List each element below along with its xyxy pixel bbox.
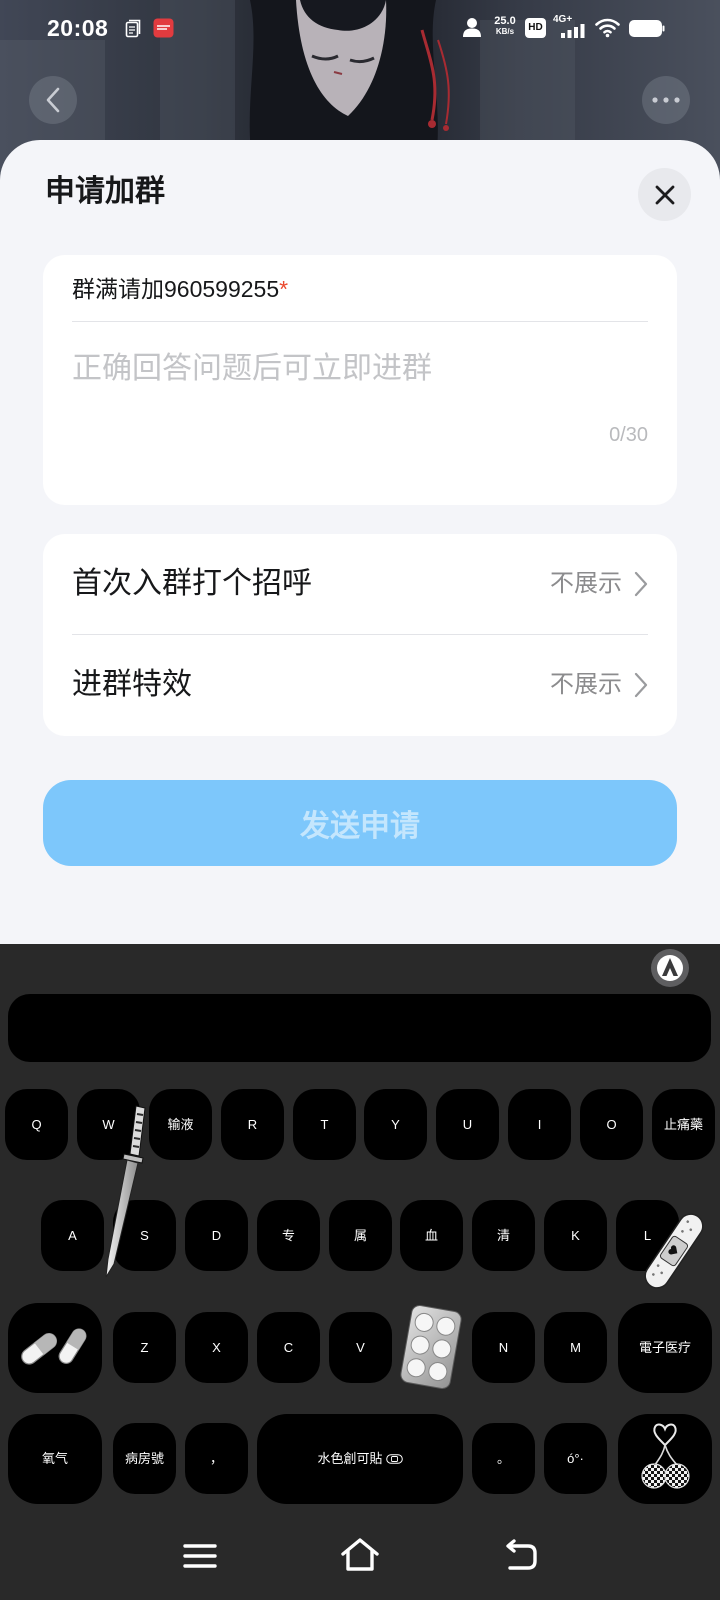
pill-blister-sticker[interactable] bbox=[398, 1303, 463, 1391]
cherry-heart-icon bbox=[641, 1423, 690, 1489]
symbols-key[interactable]: 氧气 bbox=[8, 1414, 102, 1504]
close-button[interactable] bbox=[638, 168, 691, 221]
candidate-bar[interactable] bbox=[8, 994, 711, 1062]
close-icon bbox=[655, 185, 674, 204]
key-m[interactable]: M bbox=[544, 1312, 607, 1383]
setting-value: 不展示 bbox=[550, 671, 622, 698]
key-h[interactable]: 血 bbox=[400, 1200, 463, 1271]
battery-icon bbox=[629, 20, 665, 37]
space-label: 水色創可貼 bbox=[317, 1451, 383, 1466]
knife-sticker bbox=[105, 1105, 146, 1278]
period-key[interactable]: 。 bbox=[472, 1423, 535, 1494]
question-label: 群满请加960599255* bbox=[72, 275, 288, 303]
emoji-key[interactable] bbox=[618, 1414, 712, 1504]
question-card: 群满请加960599255* 0/30 bbox=[43, 255, 677, 505]
key-i[interactable]: I bbox=[508, 1089, 571, 1160]
delete-key[interactable]: 電子医疗 bbox=[618, 1303, 712, 1393]
shift-key[interactable] bbox=[8, 1303, 102, 1393]
screen: 20:08 25.0 KB/s HD 4G+ 申请加群 群满请加96059925… bbox=[0, 0, 720, 1600]
question-text: 群满请加960599255 bbox=[72, 276, 280, 302]
join-group-sheet: 申请加群 群满请加960599255* 0/30 首次入群打个招呼 不展示 进群… bbox=[0, 140, 720, 944]
system-nav-bar bbox=[0, 1520, 720, 1600]
chevron-right-icon bbox=[634, 571, 648, 597]
key-t[interactable]: T bbox=[293, 1089, 356, 1160]
key-d[interactable]: D bbox=[185, 1200, 248, 1271]
key-k[interactable]: K bbox=[544, 1200, 607, 1271]
wifi-icon bbox=[595, 18, 620, 38]
key-v[interactable]: V bbox=[329, 1312, 392, 1383]
keyboard-skin-logo-icon[interactable] bbox=[651, 949, 689, 987]
sheet-title: 申请加群 bbox=[45, 175, 165, 208]
key-c[interactable]: C bbox=[257, 1312, 320, 1383]
more-dots-icon bbox=[652, 97, 680, 103]
bandage-icon bbox=[385, 1454, 403, 1464]
pill-blister-art bbox=[400, 1305, 462, 1389]
chevron-left-icon bbox=[46, 87, 60, 113]
user-icon bbox=[463, 18, 481, 37]
chevron-right-icon bbox=[634, 672, 648, 698]
key-n[interactable]: N bbox=[472, 1312, 535, 1383]
key-p[interactable]: 止痛藥 bbox=[652, 1089, 715, 1160]
network-speed-unit: KB/s bbox=[495, 27, 515, 36]
question-divider bbox=[72, 321, 648, 322]
app-notification-icon bbox=[153, 18, 174, 38]
back-icon[interactable] bbox=[502, 1539, 540, 1573]
setting-row-join-effect[interactable]: 进群特效 不展示 bbox=[43, 635, 677, 735]
space-key[interactable]: 水色創可貼 bbox=[257, 1414, 463, 1504]
key-x[interactable]: X bbox=[185, 1312, 248, 1383]
menu-icon[interactable] bbox=[183, 1543, 217, 1569]
key-r[interactable]: R bbox=[221, 1089, 284, 1160]
home-icon[interactable] bbox=[340, 1537, 380, 1573]
comma-key[interactable]: ， bbox=[185, 1423, 248, 1494]
status-time: 20:08 bbox=[47, 15, 109, 41]
key-e[interactable]: 输液 bbox=[149, 1089, 212, 1160]
required-mark: * bbox=[279, 276, 289, 302]
back-button[interactable] bbox=[29, 76, 77, 124]
numbers-key[interactable]: 病房號 bbox=[113, 1423, 176, 1494]
signal-icon bbox=[561, 24, 585, 38]
settings-card: 首次入群打个招呼 不展示 进群特效 不展示 bbox=[43, 534, 677, 736]
send-request-button[interactable]: 发送申请 bbox=[43, 780, 677, 866]
punctuation-key[interactable]: ó°· bbox=[544, 1423, 607, 1494]
key-j[interactable]: 清 bbox=[472, 1200, 535, 1271]
char-counter: 0/30 bbox=[609, 424, 648, 446]
answer-input[interactable] bbox=[72, 347, 648, 393]
key-g[interactable]: 属 bbox=[329, 1200, 392, 1271]
capsule-pills-icon bbox=[21, 1328, 87, 1365]
key-o[interactable]: O bbox=[580, 1089, 643, 1160]
more-button[interactable] bbox=[642, 76, 690, 124]
status-bar: 20:08 25.0 KB/s HD 4G+ bbox=[0, 0, 720, 56]
setting-label: 首次入群打个招呼 bbox=[72, 567, 312, 600]
keyboard: Q W 输液 R T Y U I O 止痛藥 A S D 专 属 血 清 K L bbox=[0, 944, 720, 1520]
key-a[interactable]: A bbox=[41, 1200, 104, 1271]
network-speed-value: 25.0 bbox=[494, 15, 516, 27]
network-speed: 25.0 KB/s bbox=[488, 15, 522, 36]
notes-icon bbox=[125, 19, 141, 38]
setting-label: 进群特效 bbox=[72, 668, 192, 701]
key-f[interactable]: 专 bbox=[257, 1200, 320, 1271]
key-u[interactable]: U bbox=[436, 1089, 499, 1160]
key-z[interactable]: Z bbox=[113, 1312, 176, 1383]
key-y[interactable]: Y bbox=[364, 1089, 427, 1160]
hd-icon: HD bbox=[525, 18, 546, 38]
key-q[interactable]: Q bbox=[5, 1089, 68, 1160]
setting-row-greeting[interactable]: 首次入群打个招呼 不展示 bbox=[43, 534, 677, 634]
setting-value: 不展示 bbox=[550, 570, 622, 597]
